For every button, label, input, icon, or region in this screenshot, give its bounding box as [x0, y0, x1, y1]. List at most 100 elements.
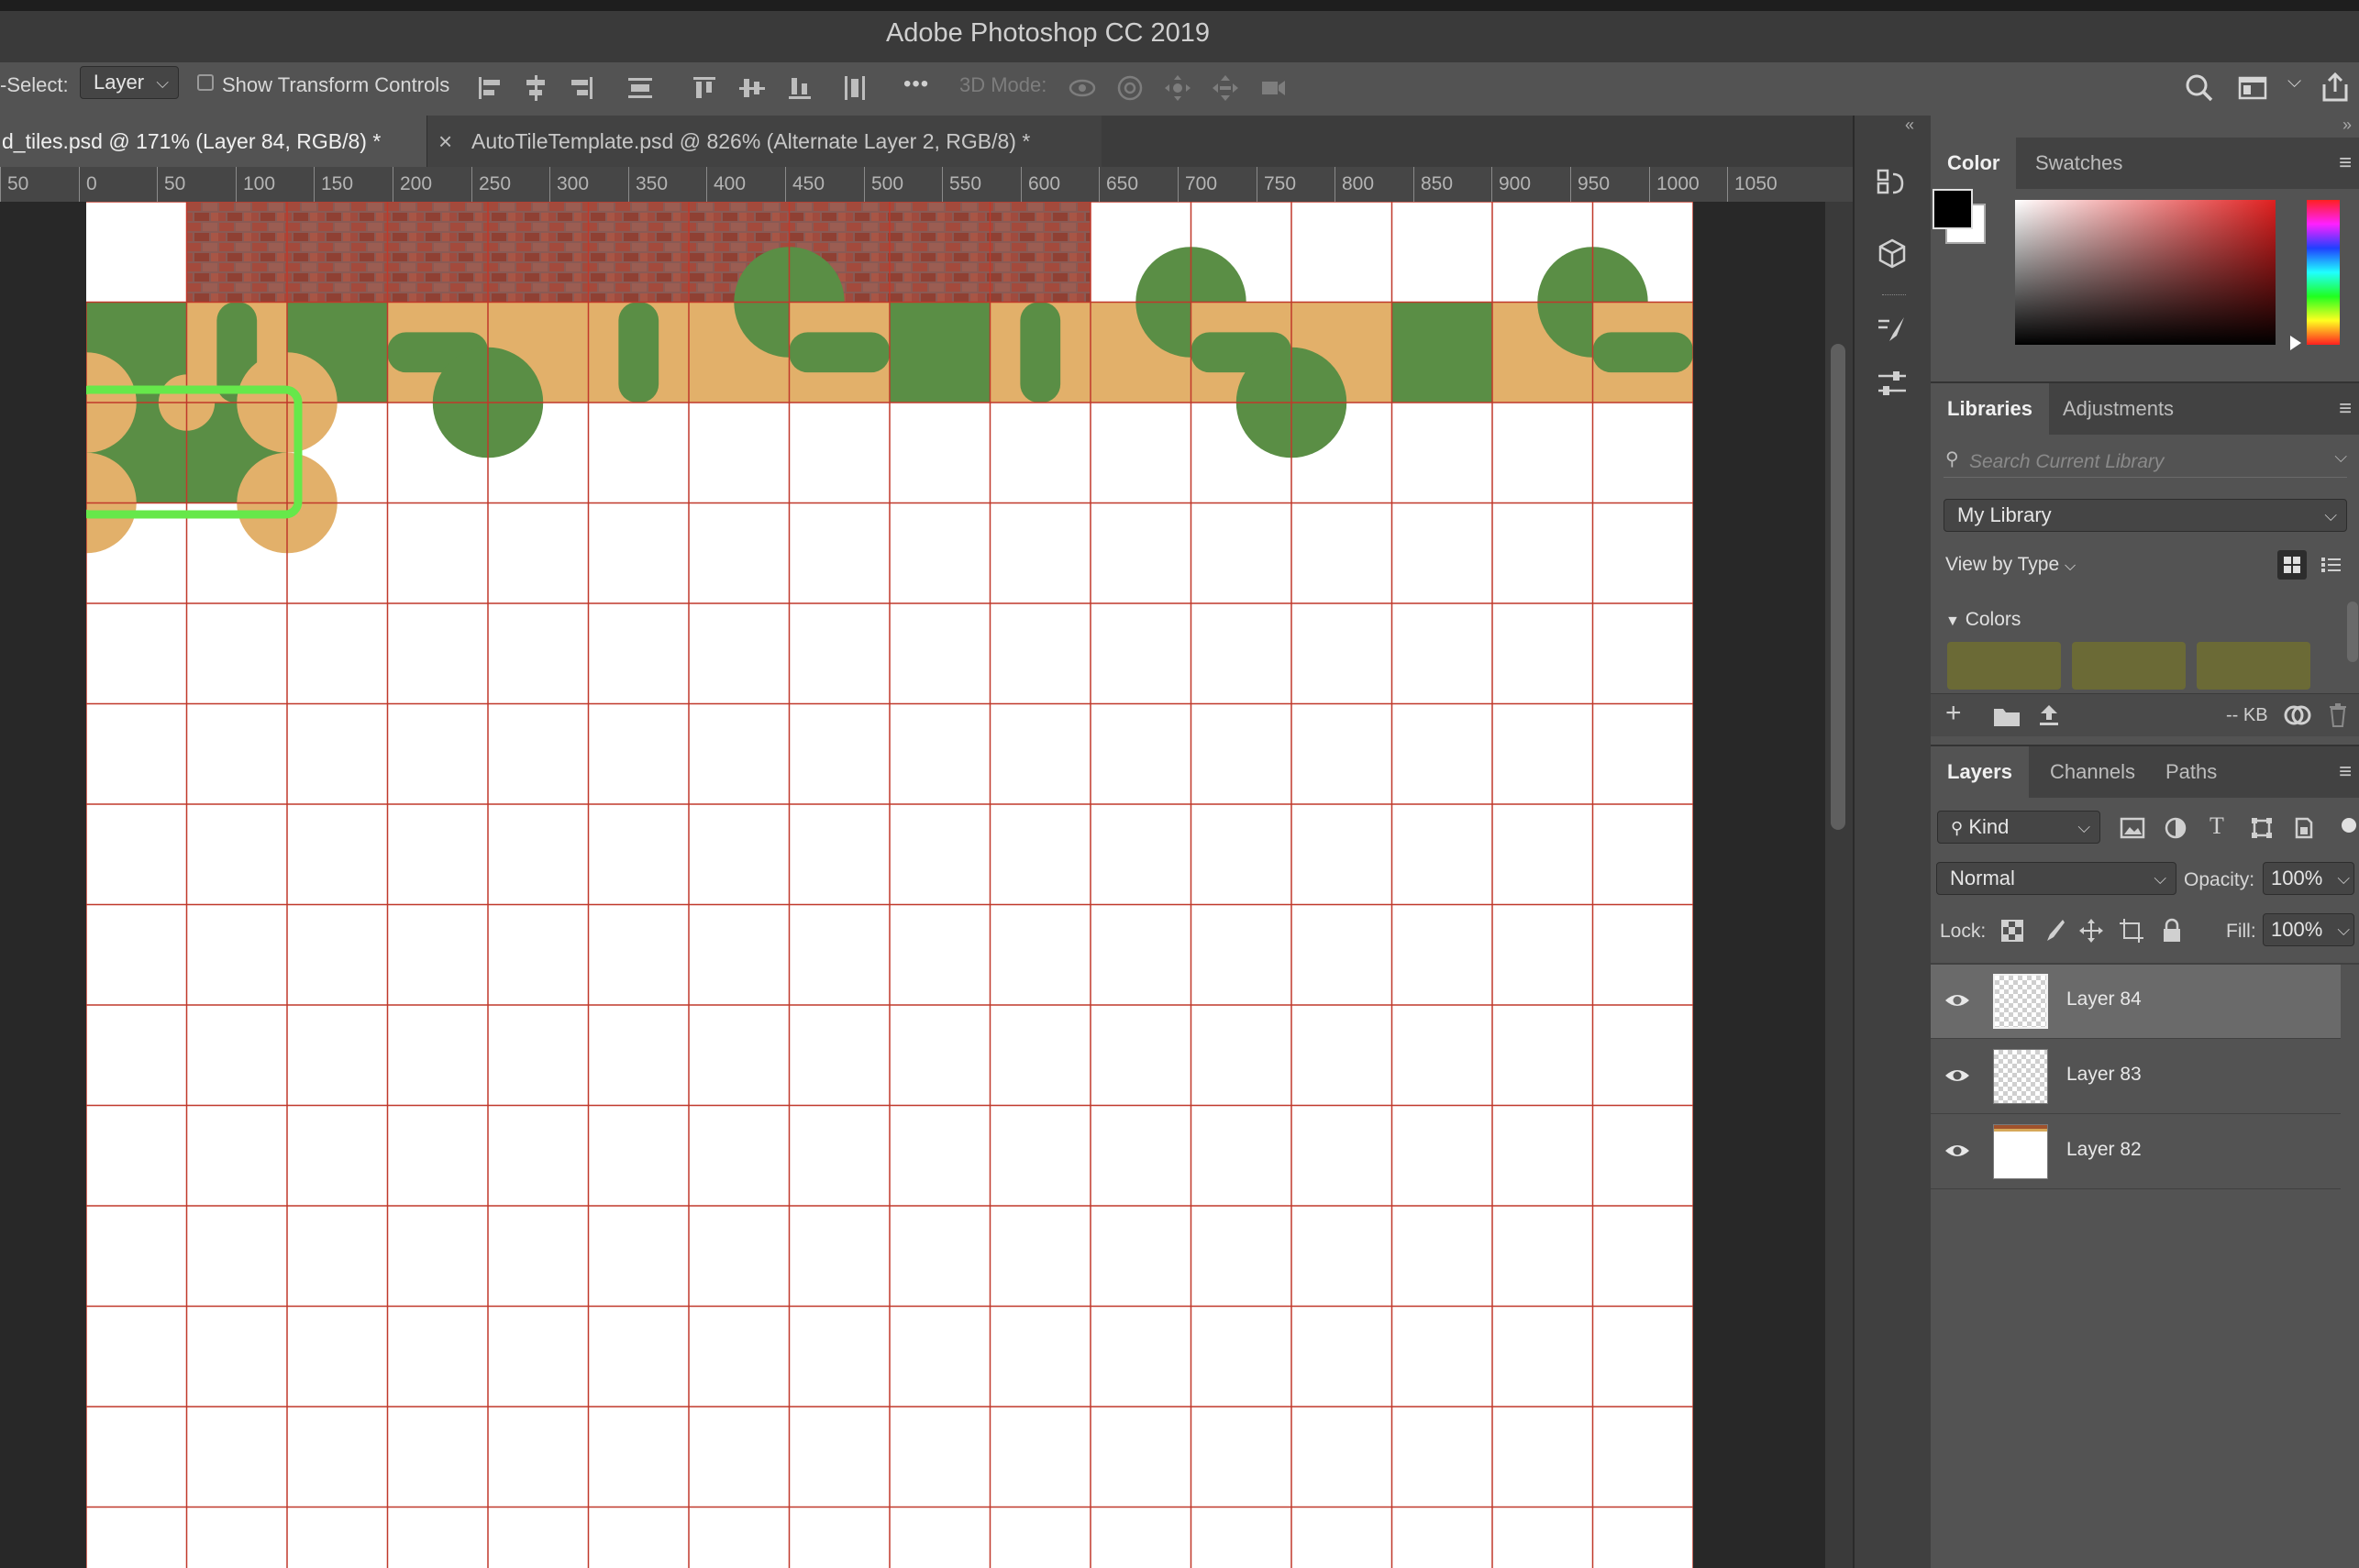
opacity-field[interactable]: 100% ⌵	[2263, 862, 2354, 895]
3d-pan-icon[interactable]	[1159, 70, 1196, 106]
horizontal-ruler: 50 0 50 100 150 200 250 300 350 400 450 500 550 600 65…	[0, 167, 1853, 203]
panel-menu-icon[interactable]: ≡	[2339, 396, 2352, 422]
panel-menu-icon[interactable]: ≡	[2339, 150, 2352, 176]
scrollbar-thumb[interactable]	[1831, 344, 1845, 830]
workspace-chevron-icon[interactable]: ⌵	[2287, 72, 2301, 93]
visibility-eye-icon[interactable]	[1944, 1137, 1971, 1165]
3d-roll-icon[interactable]	[1112, 70, 1148, 106]
tab-channels[interactable]: Channels	[2033, 746, 2152, 798]
filter-adjustment-icon[interactable]	[2164, 816, 2187, 845]
adjust-properties-icon[interactable]	[1871, 363, 1913, 405]
tab-color[interactable]: Color	[1931, 138, 2017, 189]
tab-label: AutoTileTemplate.psd @ 826% (Alternate L…	[471, 129, 1031, 153]
options-bar: -Select: Layer ⌵ Show Transform Controls…	[0, 62, 2359, 117]
3d-orbit-icon[interactable]	[1064, 70, 1101, 106]
lock-position-icon[interactable]	[2077, 917, 2105, 944]
ruler-tick	[706, 167, 707, 202]
creative-cloud-icon[interactable]	[2283, 703, 2312, 732]
foreground-color-swatch[interactable]	[1933, 189, 1973, 229]
add-icon[interactable]: +	[1945, 698, 1962, 729]
history-icon[interactable]	[1871, 161, 1913, 204]
hue-slider[interactable]	[2307, 200, 2340, 345]
layers-panel-tabs: Layers Channels Paths ≡	[1931, 745, 2359, 798]
layer-row[interactable]: Layer 84	[1931, 965, 2341, 1039]
close-tab-icon[interactable]: ×	[438, 116, 452, 167]
align-right-icon[interactable]	[563, 70, 600, 106]
tab-layers[interactable]: Layers	[1931, 746, 2029, 798]
document-canvas[interactable]	[86, 202, 1693, 1568]
tab-adjustments[interactable]: Adjustments	[2046, 383, 2190, 435]
folder-icon[interactable]	[1993, 705, 2021, 732]
caret-down-icon: ▼	[1945, 613, 1960, 629]
align-top-icon[interactable]	[686, 70, 723, 106]
visibility-eye-icon[interactable]	[1944, 1062, 1971, 1089]
search-icon[interactable]	[2181, 70, 2218, 106]
tab-paths[interactable]: Paths	[2149, 746, 2233, 798]
ruler-label: 500	[871, 173, 904, 194]
show-transform-checkbox[interactable]	[197, 74, 214, 91]
brick-tile	[186, 202, 287, 303]
lock-all-icon[interactable]	[2158, 917, 2186, 944]
search-icon: ⚲	[1951, 819, 1964, 837]
fill-field[interactable]: 100% ⌵	[2263, 913, 2354, 946]
ruler-tick	[471, 167, 472, 202]
layer-row[interactable]: Layer 83	[1931, 1040, 2341, 1114]
3d-slide-icon[interactable]	[1207, 70, 1244, 106]
upload-icon[interactable]	[2037, 703, 2061, 732]
blend-mode-dropdown[interactable]: Normal ⌵	[1936, 862, 2176, 895]
vertical-scrollbar[interactable]	[1825, 202, 1853, 1568]
layer-row[interactable]: Layer 82	[1931, 1115, 2341, 1189]
brush-settings-icon[interactable]	[1871, 310, 1913, 352]
view-by-type-dropdown[interactable]: View by Type ⌵	[1945, 554, 2076, 576]
ruler-tick	[549, 167, 550, 202]
panel-menu-icon[interactable]: ≡	[2339, 759, 2352, 785]
distribute-icon[interactable]	[622, 70, 659, 106]
more-options-icon[interactable]: •••	[903, 72, 929, 97]
library-color-swatch[interactable]	[2197, 642, 2310, 690]
library-scrollbar[interactable]	[2347, 602, 2358, 662]
auto-select-dropdown[interactable]: Layer ⌵	[80, 66, 179, 99]
3d-camera-icon[interactable]	[1255, 70, 1291, 106]
tab-libraries[interactable]: Libraries	[1931, 383, 2049, 435]
tab-swatches[interactable]: Swatches	[2019, 138, 2139, 189]
library-color-swatch[interactable]	[2072, 642, 2186, 690]
filter-toggle-icon[interactable]	[2342, 818, 2356, 833]
tab-d-tiles[interactable]: d_tiles.psd @ 171% (Layer 84, RGB/8) *	[0, 116, 428, 167]
list-view-icon[interactable]	[2316, 550, 2345, 580]
filter-pixel-icon[interactable]	[2120, 816, 2145, 845]
3d-object-icon[interactable]	[1871, 233, 1913, 275]
visibility-eye-icon[interactable]	[1944, 987, 1971, 1014]
ruler-label: 1050	[1734, 173, 1778, 194]
canvas-workspace[interactable]	[0, 202, 1825, 1568]
terrain-tile	[990, 302, 1091, 403]
colors-section-header[interactable]: ▼ Colors	[1945, 609, 2021, 631]
library-search-input[interactable]: ⚲ Search Current Library ⌵	[1944, 446, 2347, 478]
terrain-tile	[588, 302, 689, 403]
trash-icon[interactable]	[2327, 703, 2349, 732]
filter-type-icon[interactable]: T	[2209, 812, 2224, 840]
align-left-icon[interactable]	[471, 70, 508, 106]
share-icon[interactable]	[2317, 70, 2353, 106]
distribute-vertical-icon[interactable]	[836, 70, 873, 106]
brick-tile	[990, 202, 1091, 303]
workspace-icon[interactable]	[2234, 70, 2271, 106]
library-select[interactable]: My Library ⌵	[1944, 499, 2347, 532]
ruler-label: 400	[714, 173, 747, 194]
lock-artboard-icon[interactable]	[2118, 917, 2145, 944]
lock-transparent-icon[interactable]	[1999, 917, 2026, 944]
hue-slider-marker-icon[interactable]	[2290, 336, 2301, 350]
filter-shape-icon[interactable]	[2250, 816, 2274, 845]
grid-view-icon[interactable]	[2277, 550, 2307, 580]
layer-filter-dropdown[interactable]: ⚲ Kind ⌵	[1937, 811, 2100, 844]
lock-pixels-icon[interactable]	[2039, 917, 2066, 944]
align-bottom-icon[interactable]	[781, 70, 818, 106]
collapse-icon[interactable]: «	[1905, 116, 1914, 135]
tab-autotile-template[interactable]: × AutoTileTemplate.psd @ 826% (Alternate…	[426, 116, 1102, 167]
align-middle-icon[interactable]	[734, 70, 770, 106]
align-center-icon[interactable]	[517, 70, 554, 106]
filter-smart-object-icon[interactable]	[2292, 816, 2316, 845]
library-color-swatch[interactable]	[1947, 642, 2061, 690]
color-picker-field[interactable]	[2015, 200, 2276, 345]
ruler-tick	[314, 167, 315, 202]
expand-panels-icon[interactable]: »	[2342, 116, 2352, 135]
